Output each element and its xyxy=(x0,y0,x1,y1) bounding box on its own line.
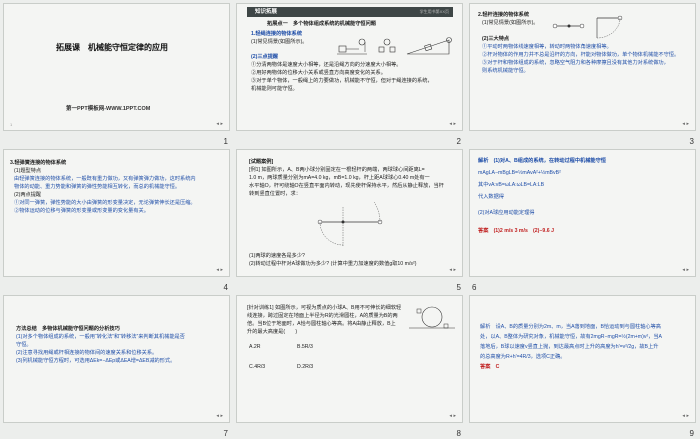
text-line: 的总高度为R+h'=4R/3，选项C正确。 xyxy=(480,354,566,360)
text-line: (2)转动过程中杆对A球做功为多少? (计算中重力加速度的数值g取10 m/s²… xyxy=(249,261,417,267)
text-line: 代入数据得 xyxy=(478,194,504,200)
slide-number: 4 xyxy=(223,283,228,292)
text-line: ②物体运动的位移与弹簧的形变量或形变量的变化量有关。 xyxy=(14,208,149,214)
slide-number: 6 xyxy=(472,283,477,292)
slide-canvas: 方法总结 多物体机械能守恒问题的分析技巧 (1)对多个物体组成的系统，一般用“转… xyxy=(3,295,230,423)
text-line: 倍。当B位于地面时，A恰与圆柱轴心等高。将A由静止释放，B上 xyxy=(247,321,396,327)
text-line: 则系统机械能守恒。 xyxy=(482,68,529,74)
slide-thumbnail-3[interactable]: 2.轻杆连接的物体系统 (1)常见情景(如图所示)。 (2)三大特点 ①平动时两… xyxy=(468,2,698,147)
text-line: 处，以A、B整体为研究对象，机械能守恒，故有2mgR−mgR=½(2m+m)v²… xyxy=(480,334,663,340)
slide-nav-icon: ◂ ▸ xyxy=(216,413,223,419)
slide-nav-icon: ◂ ▸ xyxy=(449,121,456,127)
text-line: ①平动时两物体线速度相等，转动时两物体角速度相等。 xyxy=(482,44,612,50)
slide-number: 8 xyxy=(456,429,461,438)
cylinder-diagram xyxy=(409,306,455,329)
text-line: 物体的动能、重力势能和弹簧的弹性势能相互转化，而总的机械能守恒。 xyxy=(14,184,181,190)
rod-diagram xyxy=(552,15,623,39)
text-line: (1)常见情景(如图所示)。 xyxy=(482,20,539,26)
slide-nav-icon: ◂ ▸ xyxy=(682,413,689,419)
answer-line: 答案 (1)2 m/s 3 m/s (2)−9.6 J xyxy=(478,228,554,234)
text-line: ③对于杆和物体组成的系统，忽略空气阻力和各种摩擦且没有其他力对系统做功， xyxy=(482,60,669,66)
text-line: 1.0 m，两球质量分别为mA=4.0 kg，mB=1.0 kg，杆上距A球球心… xyxy=(249,175,430,181)
text-line: 其中vA∶vB=ωLA∶ωLB=LA∶LB xyxy=(478,182,545,188)
text-line: 水平轴O，杆可绕轴O在竖直平面内转动，现先使杆保持水平，然后从静止释放，当杆 xyxy=(249,183,444,189)
rod-rotation-diagram xyxy=(317,202,383,247)
slide-thumbnail-1[interactable]: 拓展课 机械能守恒定律的应用 第一PPT模板网-WWW.1PPT.COM 1 ◂… xyxy=(2,2,232,147)
text-line: 机械能则可能守恒。 xyxy=(251,86,298,92)
text-line: (2)注意寻找用绳或杆相连接的物体间的速度关系和位移关系。 xyxy=(16,350,158,356)
slide-subtitle: 拓展点一 多个物体组成系统的机械能守恒问题 xyxy=(267,21,376,27)
slide-thumbnail-5[interactable]: [试题案例] [例1] 如图所示，A、B两小球分别固定在一根轻杆的两端，两球球心… xyxy=(235,148,465,293)
text-line: 线连接，跨过固定在地面上半径为R的光滑圆柱，A的质量为B的两 xyxy=(247,313,398,319)
text-line: (1)常见情景(如图所示)。 xyxy=(251,39,308,45)
slide-title: 拓展课 机械能守恒定律的应用 xyxy=(56,43,168,52)
option-d: D.2R/3 xyxy=(297,364,314,370)
text-line: (2)三点提醒 xyxy=(251,54,279,60)
text-line: (2)两点提醒 xyxy=(14,192,42,198)
slide-canvas: [试题案例] [例1] 如图所示，A、B两小球分别固定在一根轻杆的两端，两球球心… xyxy=(236,149,463,277)
text-line: ①分清两物体是速度大小相等，还是沿绳方向的分速度大小相等。 xyxy=(251,62,402,68)
answer-line: 答案 C xyxy=(480,364,500,370)
slide-canvas: 3.轻弹簧连接的物体系统 (1)题型特点 由轻弹簧连接的物体系统，一般既有重力做… xyxy=(3,149,230,277)
slide-canvas: [针对训练1] 如图所示，可视为质点的小球A、B用不可伸长的细软轻 线连接，跨过… xyxy=(236,295,463,423)
slide-thumbnail-9[interactable]: 解析 设A、B的质量分别为2m、m，当A落到地面，B恰运动到与圆柱轴心等高 处，… xyxy=(468,294,698,439)
text-line: ①对同一弹簧，弹性势能的大小由弹簧的形变量决定，无论弹簧伸长还是压缩。 xyxy=(14,200,196,206)
slide-number: 3 xyxy=(689,137,694,146)
slide-canvas: 解析 (1)对A、B组成的系统，在转动过程中机械能守恒 mAgLA−mBgLB=… xyxy=(469,149,696,277)
section-header-right: 学生用书第XX页 xyxy=(419,9,449,14)
text-line: 1.轻绳连接的物体系统 xyxy=(251,31,303,37)
text-line: ②用好两物体的位移大小关系或竖直方向高度变化的关系。 xyxy=(251,70,386,76)
slide-canvas: 知识拓展 学生用书第XX页 拓展点一 多个物体组成系统的机械能守恒问题 1.轻绳… xyxy=(236,3,463,131)
option-c: C.4R/3 xyxy=(249,364,266,370)
slide-page-marker: 1 xyxy=(10,122,13,127)
text-line: (3)列机械能守恒方程时，可选用ΔEk=−ΔEp或ΔEA增=ΔEB减的形式。 xyxy=(16,358,176,364)
text-line: ③对于单个物体，一般绳上的力要做功，机械能不守恒，但对于绳连接的系统， xyxy=(251,78,433,84)
option-b: B.5R/3 xyxy=(297,344,313,350)
text-line: 守恒。 xyxy=(16,342,32,348)
text-line: mAgLA−mBgLB=½mAvA²+½mBvB² xyxy=(478,170,561,176)
slide-thumbnail-4[interactable]: 3.轻弹簧连接的物体系统 (1)题型特点 由轻弹簧连接的物体系统，一般既有重力做… xyxy=(2,148,232,293)
section-header-bar: 知识拓展 学生用书第XX页 xyxy=(247,7,453,17)
text-line: 转到竖直位置时，求： xyxy=(249,191,301,197)
slide-nav-icon: ◂ ▸ xyxy=(682,267,689,273)
text-line: 2.轻杆连接的物体系统 xyxy=(478,12,530,18)
pulley-diagram xyxy=(337,37,452,55)
text-line: 升的最大高度是( ) xyxy=(247,329,298,335)
text-line: 由轻弹簧连接的物体系统，一般既有重力做功，又有弹簧弹力做功，这时系统内 xyxy=(14,176,196,182)
text-line: [例1] 如图所示，A、B两小球分别固定在一根轻杆的两端，两球球心间距离L= xyxy=(249,167,425,173)
slide-number: 5 xyxy=(456,283,461,292)
text-line: 解析 (1)对A、B组成的系统，在转动过程中机械能守恒 xyxy=(478,158,606,164)
slide-footer: 第一PPT模板网-WWW.1PPT.COM xyxy=(66,106,151,112)
section-header-label: 知识拓展 xyxy=(255,9,278,15)
text-line: (1)对多个物体组成的系统，一般用“转化法”和“转移法”来判断其机械能是否 xyxy=(16,334,185,340)
slide-nav-icon: ◂ ▸ xyxy=(449,267,456,273)
text-line: 解析 设A、B的质量分别为2m、m，当A落到地面，B恰运动到与圆柱轴心等高 xyxy=(480,324,661,330)
slide-thumbnail-8[interactable]: [针对训练1] 如图所示，可视为质点的小球A、B用不可伸长的细软轻 线连接，跨过… xyxy=(235,294,465,439)
slide-nav-icon: ◂ ▸ xyxy=(449,413,456,419)
slide-number: 1 xyxy=(223,137,228,146)
text-line: ②杆对物体的作用力并不总是沿杆的方向，杆能对物体做功，单个物体机械能不守恒。 xyxy=(482,52,680,58)
slide-thumbnail-7[interactable]: 方法总结 多物体机械能守恒问题的分析技巧 (1)对多个物体组成的系统，一般用“转… xyxy=(2,294,232,439)
text-line: [针对训练1] 如图所示，可视为质点的小球A、B用不可伸长的细软轻 xyxy=(247,305,402,311)
slide-number: 7 xyxy=(223,429,228,438)
slide-canvas: 2.轻杆连接的物体系统 (1)常见情景(如图所示)。 (2)三大特点 ①平动时两… xyxy=(469,3,696,131)
text-line: (2)三大特点 xyxy=(482,36,510,42)
text-line: (1)两球的速度各是多少? xyxy=(249,253,305,259)
text-line: 落地后，B球以速度v竖直上抛，到达最高点时上升的高度为h'=v²/2g，故B上升 xyxy=(480,344,659,350)
slide-canvas: 拓展课 机械能守恒定律的应用 第一PPT模板网-WWW.1PPT.COM 1 ◂… xyxy=(3,3,230,131)
slide-canvas: 解析 设A、B的质量分别为2m、m，当A落到地面，B恰运动到与圆柱轴心等高 处，… xyxy=(469,295,696,423)
slide-nav-icon: ◂ ▸ xyxy=(682,121,689,127)
text-line: (2)对A球应用动能定理得 xyxy=(478,210,535,216)
text-line: [试题案例] xyxy=(249,159,274,165)
option-a: A.2R xyxy=(249,344,261,350)
slide-thumbnail-2[interactable]: 知识拓展 学生用书第XX页 拓展点一 多个物体组成系统的机械能守恒问题 1.轻绳… xyxy=(235,2,465,147)
slide-nav-icon: ◂ ▸ xyxy=(216,267,223,273)
text-line: (1)题型特点 xyxy=(14,168,42,174)
slide-number: 2 xyxy=(456,137,461,146)
text-line: 3.轻弹簧连接的物体系统 xyxy=(10,160,67,166)
slide-thumbnail-6[interactable]: 解析 (1)对A、B组成的系统，在转动过程中机械能守恒 mAgLA−mBgLB=… xyxy=(468,148,698,293)
text-line: 方法总结 多物体机械能守恒问题的分析技巧 xyxy=(16,326,120,332)
slide-number: 9 xyxy=(689,429,694,438)
slide-nav-icon: ◂ ▸ xyxy=(216,121,223,127)
